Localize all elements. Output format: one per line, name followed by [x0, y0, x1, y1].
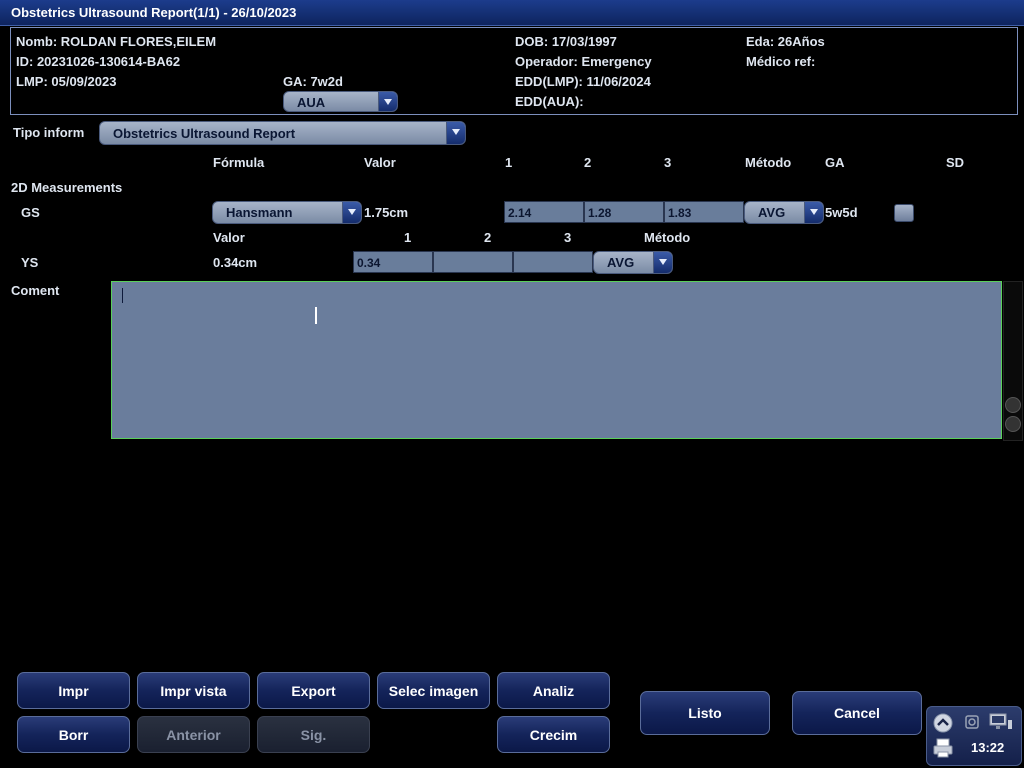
gs-formula-select[interactable]: Hansmann [212, 201, 362, 224]
header-value: Valor [364, 155, 396, 170]
monitor-network-icon[interactable] [989, 712, 1013, 732]
select-image-button-label: Selec imagen [388, 683, 479, 699]
mouse-ibeam-cursor [315, 307, 317, 324]
header-sd: SD [946, 155, 965, 170]
usb-disk-icon[interactable] [963, 713, 981, 731]
report-type-label: Tipo inform [13, 125, 85, 140]
comment-textarea[interactable] [111, 281, 1002, 439]
gs-label: GS [21, 205, 40, 220]
edd-aua: EDD(AUA): [515, 94, 584, 109]
chevron-down-icon [342, 202, 361, 223]
ys-header-value: Valor [213, 230, 245, 245]
patient-info-panel: Nomb: ROLDAN FLORES,EILEM ID: 20231026-1… [10, 27, 1018, 115]
ys-value: 0.34cm [213, 255, 258, 270]
gs-method-value: AVG [758, 205, 786, 220]
gs-measure-2-text: 1.28 [588, 206, 612, 220]
ys-header-m3: 3 [564, 230, 572, 245]
ys-header-m2: 2 [484, 230, 492, 245]
ys-measure-1[interactable]: 0.34 [353, 251, 433, 273]
growth-button[interactable]: Crecim [497, 716, 610, 753]
ys-measure-2[interactable] [433, 251, 513, 273]
chevron-down-icon [446, 122, 465, 144]
scroll-up-icon[interactable] [1005, 397, 1021, 413]
ys-header-method: Método [644, 230, 691, 245]
done-button[interactable]: Listo [640, 691, 770, 735]
comment-scrollbar[interactable] [1003, 281, 1023, 441]
header-m2: 2 [584, 155, 592, 170]
chevron-up-icon[interactable] [933, 713, 953, 733]
previous-button-label: Anterior [166, 727, 221, 743]
clock: 13:22 [971, 740, 1005, 755]
gs-method-select[interactable]: AVG [744, 201, 824, 224]
comment-label: Coment [11, 283, 60, 298]
patient-age: Eda: 26Años [746, 34, 825, 49]
patient-ga: GA: 7w2d [283, 74, 343, 89]
operator: Operador: Emergency [515, 54, 652, 69]
ys-method-value: AVG [607, 255, 635, 270]
print-button-label: Impr [58, 683, 89, 699]
export-button[interactable]: Export [257, 672, 370, 709]
chevron-down-icon [804, 202, 823, 223]
patient-lmp: LMP: 05/09/2023 [16, 74, 117, 89]
gs-measure-1[interactable]: 2.14 [504, 201, 584, 223]
done-button-label: Listo [688, 705, 722, 721]
scroll-down-icon[interactable] [1005, 416, 1021, 432]
delete-button-label: Borr [58, 727, 89, 743]
section-2d-measurements: 2D Measurements [11, 180, 123, 195]
gs-formula-value: Hansmann [226, 205, 293, 220]
gs-value: 1.75cm [364, 205, 409, 220]
next-button-label: Sig. [300, 727, 327, 743]
patient-dob: DOB: 17/03/1997 [515, 34, 617, 49]
analyze-button-label: Analiz [532, 683, 575, 699]
edd-lmp: EDD(LMP): 11/06/2024 [515, 74, 651, 89]
header-formula: Fórmula [213, 155, 265, 170]
delete-button[interactable]: Borr [17, 716, 130, 753]
cancel-button[interactable]: Cancel [792, 691, 922, 735]
title-bar: Obstetrics Ultrasound Report(1/1) - 26/1… [0, 0, 1024, 26]
gs-measure-1-text: 2.14 [508, 206, 532, 220]
print-view-button[interactable]: Impr vista [137, 672, 250, 709]
growth-button-label: Crecim [529, 727, 578, 743]
patient-name: Nomb: ROLDAN FLORES,EILEM [16, 34, 217, 49]
system-tray: 13:22 [926, 706, 1022, 766]
analyze-button[interactable]: Analiz [497, 672, 610, 709]
gs-sd-checkbox[interactable] [894, 204, 914, 222]
print-view-button-label: Impr vista [160, 683, 227, 699]
ys-measure-1-text: 0.34 [357, 256, 381, 270]
gs-measure-2[interactable]: 1.28 [584, 201, 664, 223]
ys-header-m1: 1 [404, 230, 412, 245]
gs-ga: 5w5d [825, 205, 858, 220]
chevron-down-icon [653, 252, 672, 273]
header-m3: 3 [664, 155, 672, 170]
next-button[interactable]: Sig. [257, 716, 370, 753]
ys-measure-3[interactable] [513, 251, 593, 273]
gs-measure-3-text: 1.83 [668, 206, 692, 220]
window-title: Obstetrics Ultrasound Report(1/1) - 26/1… [11, 5, 297, 20]
header-m1: 1 [505, 155, 513, 170]
cancel-button-label: Cancel [834, 705, 880, 721]
referring-doctor: Médico ref: [746, 54, 816, 69]
report-type-value: Obstetrics Ultrasound Report [113, 126, 296, 141]
text-caret [122, 288, 123, 303]
header-method: Método [745, 155, 792, 170]
print-button[interactable]: Impr [17, 672, 130, 709]
patient-id: ID: 20231026-130614-BA62 [16, 54, 181, 69]
report-type-select[interactable]: Obstetrics Ultrasound Report [99, 121, 466, 145]
header-ga: GA [825, 155, 845, 170]
export-button-label: Export [291, 683, 336, 699]
ys-label: YS [21, 255, 39, 270]
chevron-down-icon [378, 92, 397, 111]
previous-button[interactable]: Anterior [137, 716, 250, 753]
ga-method-value: AUA [297, 95, 326, 110]
printer-icon[interactable] [932, 737, 954, 759]
ga-method-select[interactable]: AUA [283, 91, 398, 112]
ys-method-select[interactable]: AVG [593, 251, 673, 274]
select-image-button[interactable]: Selec imagen [377, 672, 490, 709]
gs-measure-3[interactable]: 1.83 [664, 201, 744, 223]
